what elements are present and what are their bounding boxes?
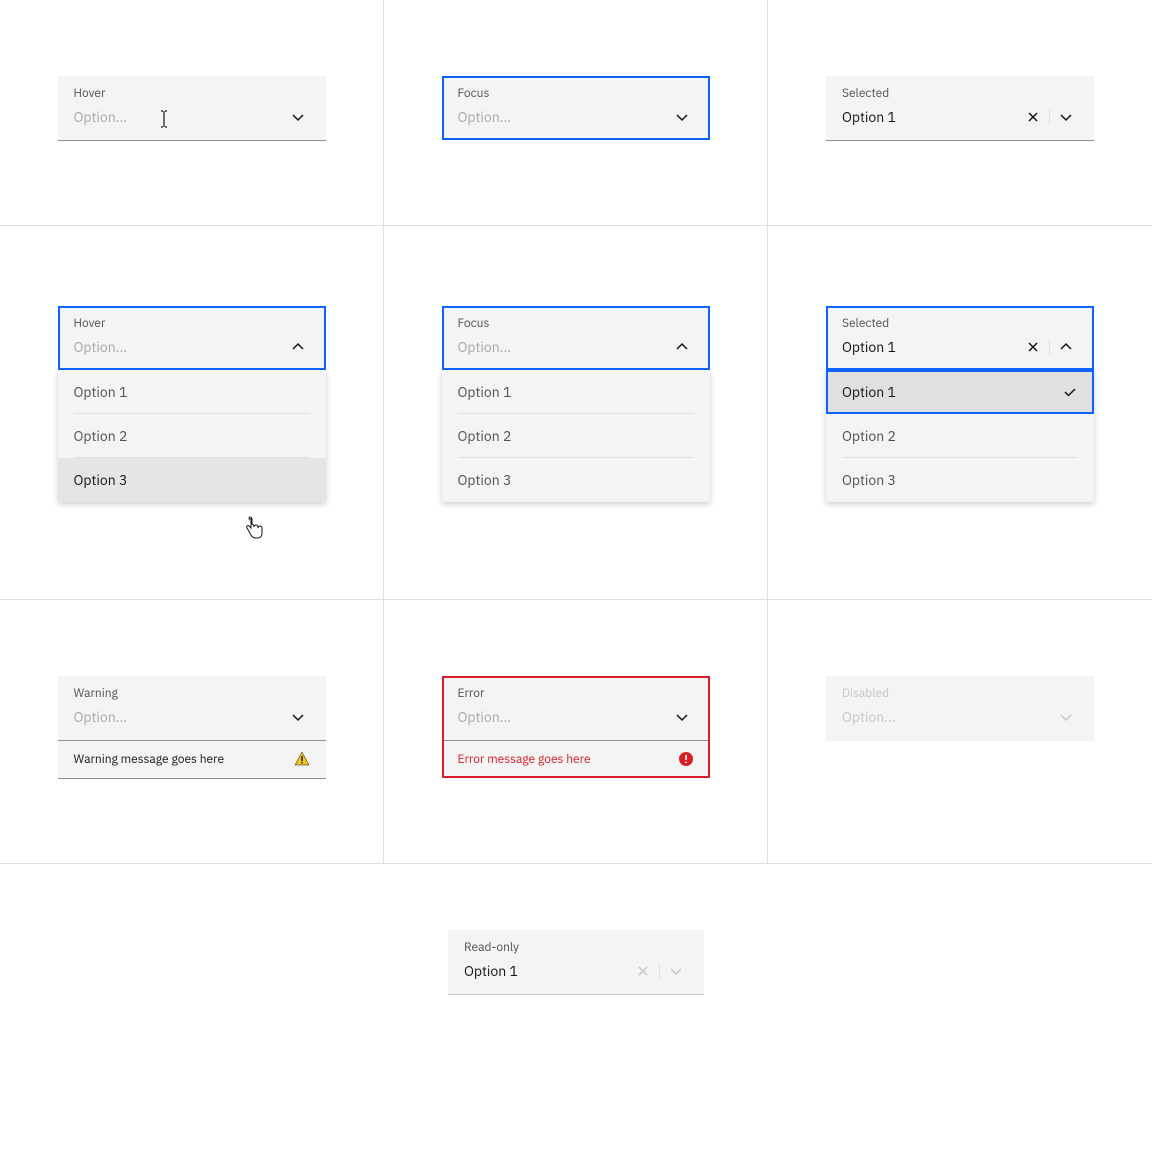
- clear-icon: [631, 959, 655, 983]
- combobox-field[interactable]: Hover Option...: [58, 306, 326, 370]
- combo-focus-open: Focus Option... Option 1 Option 2 Option…: [442, 306, 710, 502]
- combo-label: Hover: [74, 86, 310, 101]
- combo-placeholder: Option...: [74, 338, 128, 356]
- combo-placeholder: Option...: [74, 108, 128, 126]
- combo-label: Selected: [842, 316, 1078, 331]
- combo-label: Warning: [74, 686, 310, 701]
- menu-item[interactable]: Option 1: [442, 370, 710, 414]
- chevron-down-icon[interactable]: [1054, 105, 1078, 129]
- warning-icon: [294, 751, 310, 767]
- clear-icon[interactable]: [1021, 105, 1045, 129]
- menu-item-label: Option 3: [74, 471, 128, 489]
- checkmark-icon: [1062, 384, 1078, 400]
- menu-item[interactable]: Option 1: [58, 370, 326, 414]
- helper-warning: Warning message goes here: [58, 740, 326, 779]
- menu-item-label: Option 3: [458, 471, 512, 489]
- combo-error: Error Option... Error message goes here: [442, 676, 710, 778]
- chevron-down-icon[interactable]: [286, 705, 310, 729]
- chevron-down-icon[interactable]: [670, 705, 694, 729]
- combo-placeholder: Option...: [458, 108, 512, 126]
- icon-divider: [659, 963, 660, 979]
- warning-message: Warning message goes here: [74, 752, 225, 767]
- combobox-field[interactable]: Focus Option...: [442, 76, 710, 140]
- menu-item-label: Option 2: [74, 427, 128, 445]
- chevron-down-icon: [1054, 705, 1078, 729]
- combo-hover-open: Hover Option... Option 1 Option 2 Option…: [58, 306, 326, 502]
- combobox-field: Disabled Option...: [826, 676, 1094, 741]
- chevron-up-icon[interactable]: [286, 335, 310, 359]
- menu-item[interactable]: Option 3: [442, 458, 710, 502]
- error-message: Error message goes here: [458, 752, 591, 767]
- icon-divider: [1049, 109, 1050, 125]
- chevron-down-icon[interactable]: [670, 105, 694, 129]
- combobox-field[interactable]: Error Option... Error message goes here: [442, 676, 710, 778]
- menu-item[interactable]: Option 3: [826, 458, 1094, 502]
- chevron-down-icon[interactable]: [286, 105, 310, 129]
- menu-item[interactable]: Option 3: [58, 458, 326, 502]
- error-icon: [678, 751, 694, 767]
- clear-icon[interactable]: [1021, 335, 1045, 359]
- pointer-cursor-icon: [244, 516, 264, 540]
- combo-disabled: Disabled Option...: [826, 676, 1094, 741]
- combobox-field[interactable]: Hover Option...: [58, 76, 326, 141]
- combo-menu: Option 1 Option 2 Option 3: [58, 370, 326, 502]
- menu-item[interactable]: Option 2: [442, 414, 710, 458]
- combo-placeholder: Option...: [74, 708, 128, 726]
- combo-label: Disabled: [842, 686, 1078, 701]
- combo-label: Hover: [74, 316, 310, 331]
- combo-placeholder: Option...: [458, 338, 512, 356]
- combo-label: Error: [458, 686, 694, 701]
- combo-label: Focus: [458, 316, 694, 331]
- combobox-field[interactable]: Selected Option 1: [826, 76, 1094, 141]
- combo-placeholder: Option...: [842, 708, 896, 726]
- menu-item-label: Option 2: [458, 427, 512, 445]
- combo-selected-open: Selected Option 1 Opti: [826, 306, 1094, 502]
- combobox-field[interactable]: Focus Option...: [442, 306, 710, 370]
- chevron-up-icon[interactable]: [1054, 335, 1078, 359]
- icon-divider: [1049, 339, 1050, 355]
- combo-label: Selected: [842, 86, 1078, 101]
- combo-selected: Selected Option 1: [826, 76, 1094, 141]
- menu-item-label: Option 1: [74, 383, 128, 401]
- menu-item-label: Option 3: [842, 471, 896, 489]
- menu-item[interactable]: Option 1: [826, 370, 1094, 414]
- combo-focus: Focus Option...: [442, 76, 710, 140]
- combo-menu: Option 1 Option 2 Option 3: [442, 370, 710, 502]
- combo-label: Focus: [458, 86, 694, 101]
- combobox-field[interactable]: Warning Option...: [58, 676, 326, 740]
- combobox-field[interactable]: Selected Option 1: [826, 306, 1094, 370]
- menu-item[interactable]: Option 2: [826, 414, 1094, 458]
- combo-value: Option 1: [464, 962, 518, 980]
- combobox-field: Read-only Option 1: [448, 930, 704, 995]
- combo-hover: Hover Option...: [58, 76, 326, 141]
- combo-menu: Option 1 Option 2 Option 3: [826, 370, 1094, 502]
- chevron-down-icon: [664, 959, 688, 983]
- combo-label: Read-only: [464, 940, 688, 955]
- combo-value: Option 1: [842, 338, 896, 356]
- combo-placeholder: Option...: [458, 708, 512, 726]
- chevron-up-icon[interactable]: [670, 335, 694, 359]
- combo-warning: Warning Option... Warning message goes h…: [58, 676, 326, 779]
- menu-item[interactable]: Option 2: [58, 414, 326, 458]
- menu-item-label: Option 1: [842, 383, 896, 401]
- combo-value: Option 1: [842, 108, 896, 126]
- menu-item-label: Option 2: [842, 427, 896, 445]
- combo-readonly: Read-only Option 1: [448, 930, 704, 995]
- menu-item-label: Option 1: [458, 383, 512, 401]
